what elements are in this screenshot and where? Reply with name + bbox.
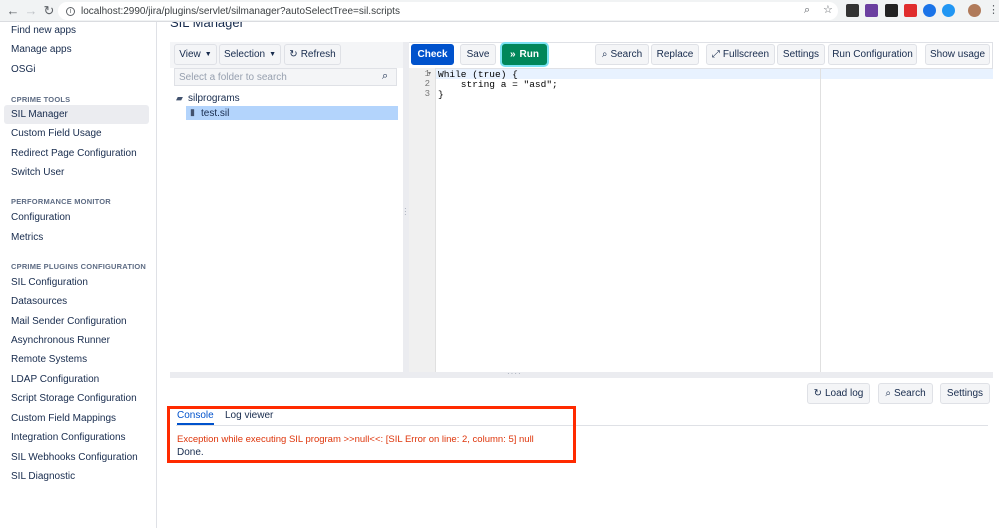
fold-icon[interactable]: ▾ [428,70,431,77]
editor-search-button[interactable]: ⌕ Search [595,44,649,65]
tree-file-test-sil[interactable]: test.sil [201,108,229,119]
code-line: string a = "asd"; [438,79,558,90]
settings-button[interactable]: Settings [777,44,825,65]
run-configuration-button[interactable]: Run Configuration [828,44,917,65]
line-number-gutter [409,68,436,372]
refresh-button[interactable]: ↻ Refresh [284,44,341,65]
selection-dropdown[interactable]: Selection ▼ [219,44,281,65]
refresh-icon: ↻ [289,49,298,60]
back-icon[interactable]: ← [4,3,22,18]
view-dropdown[interactable]: View ▼ [174,44,217,65]
active-line-highlight [436,69,993,79]
search-icon: ⌕ [601,49,608,60]
check-button[interactable]: Check [411,44,454,65]
extension-icon[interactable] [846,4,859,17]
sidebar-item-manage-apps[interactable]: Manage apps [11,44,72,55]
run-button[interactable]: » Run [502,44,547,65]
code-line: } [438,89,444,100]
sidebar-item-asynchronous-runner[interactable]: Asynchronous Runner [11,335,110,346]
sidebar-item-sil-webhooks-configuration[interactable]: SIL Webhooks Configuration [11,452,138,463]
annotation-highlight-box [167,406,576,463]
sidebar-item-custom-field-mappings[interactable]: Custom Field Mappings [11,413,116,424]
sidebar-item-datasources[interactable]: Datasources [11,296,67,307]
show-usage-button[interactable]: Show usage [925,44,990,65]
line-number: 2 [424,79,430,89]
refresh-icon: ↻ [813,388,822,399]
extension-icon[interactable] [904,4,917,17]
bookmark-star-icon[interactable]: ☆ [823,3,833,16]
log-search-button[interactable]: ⌕ Search [878,383,933,404]
chevron-down-icon: ▼ [204,51,212,58]
address-bar[interactable]: i localhost:2990/jira/plugins/servlet/si… [58,2,838,20]
extension-icon[interactable] [923,4,936,17]
sidebar-heading: CPRIME PLUGINS CONFIGURATION [11,262,147,271]
expand-icon: ⤢ [711,49,720,60]
file-tree-pane [170,42,403,372]
chevron-down-icon: ▼ [269,51,277,58]
sidebar-item-configuration[interactable]: Configuration [11,212,70,223]
extension-icon[interactable] [942,4,955,17]
log-settings-button[interactable]: Settings [940,383,990,404]
sidebar-item-script-storage-configuration[interactable]: Script Storage Configuration [11,393,137,404]
code-editor[interactable] [409,68,993,372]
extension-icon[interactable] [865,4,878,17]
search-icon: ⌕ [885,388,891,399]
save-button[interactable]: Save [460,44,496,65]
load-log-button[interactable]: ↻ Load log [807,383,870,404]
info-icon[interactable]: i [66,6,75,16]
sidebar-item-switch-user[interactable]: Switch User [11,167,64,178]
browser-toolbar: ← → ↻ i localhost:2990/jira/plugins/serv… [0,0,999,22]
sidebar-item-find-new-apps[interactable]: Find new apps [11,25,76,36]
replace-button[interactable]: Replace [651,44,699,65]
folder-icon: ▰ [176,93,183,103]
sidebar-item-sil-diagnostic[interactable]: SIL Diagnostic [11,471,75,482]
extension-icon[interactable] [885,4,898,17]
sidebar-item-integration-configurations[interactable]: Integration Configurations [11,432,126,443]
sidebar-heading: PERFORMANCE MONITOR [11,197,111,206]
sidebar-item-osgi[interactable]: OSGi [11,64,35,75]
menu-icon[interactable]: ⋮ [988,3,999,16]
sidebar-item-sil-configuration[interactable]: SIL Configuration [11,277,88,288]
fullscreen-button[interactable]: ⤢ Fullscreen [706,44,775,65]
forward-icon[interactable]: → [22,3,40,18]
file-icon: ▮ [190,107,195,117]
tree-folder-silprograms[interactable]: silprograms [188,93,240,104]
sidebar-heading: CPRIME TOOLS [11,95,71,104]
sidebar-item-sil-manager[interactable]: SIL Manager [11,109,68,120]
reload-icon[interactable]: ↻ [40,3,58,19]
page-title: SIL Manager [170,22,244,30]
avatar[interactable] [968,4,981,17]
print-margin [820,68,821,372]
url-text: localhost:2990/jira/plugins/servlet/silm… [81,5,400,17]
run-icon: » [509,49,516,60]
sidebar-item-remote-systems[interactable]: Remote Systems [11,354,87,365]
sidebar-item-metrics[interactable]: Metrics [11,232,43,243]
sidebar-item-custom-field-usage[interactable]: Custom Field Usage [11,128,102,139]
search-icon[interactable]: ⌕ [382,70,388,83]
sidebar-item-redirect-page-configuration[interactable]: Redirect Page Configuration [11,148,137,159]
zoom-icon[interactable]: ⌕ [804,4,810,17]
sidebar-item-ldap-configuration[interactable]: LDAP Configuration [11,374,99,385]
folder-search-input[interactable]: Select a folder to search [174,68,397,86]
sidebar-item-mail-sender-configuration[interactable]: Mail Sender Configuration [11,316,127,327]
line-number: 3 [424,89,430,99]
